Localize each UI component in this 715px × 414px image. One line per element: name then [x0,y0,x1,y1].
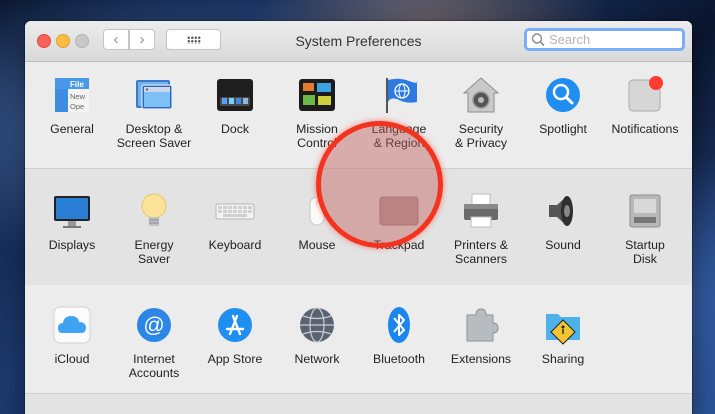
svg-text:New: New [70,92,86,101]
mission-control-icon [299,79,335,111]
pref-network[interactable]: Network [276,305,358,366]
hardware-section: Displays Energy Saver Keyboard Mouse Tra… [25,168,692,287]
pref-label: Bluetooth [373,352,425,366]
dock-icon [217,79,253,111]
pref-bluetooth[interactable]: Bluetooth [358,305,440,366]
pref-desktop-screen-saver[interactable]: Desktop & Screen Saver [113,75,195,150]
pref-mouse[interactable]: Mouse [276,191,358,252]
pref-label: Internet Accounts [128,352,180,380]
pref-security-privacy[interactable]: Security & Privacy [440,75,522,150]
title-bar: ‹ › System Preferences [25,21,692,62]
pref-spotlight[interactable]: Spotlight [522,75,604,136]
pref-label: Printers & Scanners [454,238,508,266]
pref-language-region[interactable]: Language & Region [358,75,440,150]
pref-label: Displays [48,238,96,252]
pref-trackpad[interactable]: Trackpad [358,191,440,252]
other-section [25,393,692,414]
pref-label: Mission Control [296,122,338,150]
keyboard-icon [215,203,255,220]
printer-icon [464,193,498,228]
icloud-icon [53,306,91,344]
pref-sharing[interactable]: Sharing [522,305,604,366]
puzzle-piece-icon [466,308,499,342]
bluetooth-icon [388,307,410,343]
pref-keyboard[interactable]: Keyboard [194,191,276,252]
pref-label: Extensions [450,352,512,366]
search-input[interactable] [547,32,679,47]
pref-label: Language & Region [371,122,427,150]
pref-notifications[interactable]: Notifications [604,75,686,136]
pref-label: Network [294,352,340,366]
pref-label: Security & Privacy [455,122,507,150]
lightbulb-icon [141,193,167,226]
trackpad-icon [379,196,419,226]
mouse-icon [309,196,325,226]
pref-sound[interactable]: Sound [522,191,604,252]
general-icon: File New Ope [55,78,89,112]
at-sign-icon: @ [137,308,171,342]
pref-extensions[interactable]: Extensions [440,305,522,366]
pref-label: Startup Disk [625,238,665,266]
desktop-screen-saver-icon [136,80,173,110]
pref-label: Mouse [298,238,336,252]
pref-energy-saver[interactable]: Energy Saver [113,191,195,266]
pref-displays[interactable]: Displays [31,191,113,252]
pref-general[interactable]: File New Ope General [31,75,113,136]
pref-label: General [50,122,94,136]
internet-wireless-section: iCloud @ Internet Accounts App Store Net… [25,285,692,393]
pref-mission-control[interactable]: Mission Control [276,75,358,150]
pref-app-store[interactable]: App Store [194,305,276,366]
house-lock-icon [462,77,500,113]
pref-label: Notifications [611,122,679,136]
notifications-icon [628,76,663,112]
svg-text:File: File [70,80,84,89]
pref-dock[interactable]: Dock [194,75,276,136]
pref-label: Keyboard [208,238,262,252]
hard-disk-icon [629,194,661,228]
pref-label: Energy Saver [134,238,174,266]
personal-section: File New Ope General Desktop & Screen Sa… [25,62,692,168]
system-preferences-window: ‹ › System Preferences File New Ope Gene… [25,21,692,414]
pref-label: Dock [220,122,250,136]
search-icon [531,33,545,46]
svg-text:Ope: Ope [70,102,84,111]
sharing-folder-icon [546,314,580,345]
pref-label: Sound [545,238,581,252]
pref-internet-accounts[interactable]: @ Internet Accounts [113,305,195,380]
pref-startup-disk[interactable]: Startup Disk [604,191,686,266]
app-store-icon [218,308,252,342]
pref-label: iCloud [54,352,90,366]
speaker-icon [549,196,573,226]
svg-text:@: @ [143,314,164,337]
pref-printers-scanners[interactable]: Printers & Scanners [440,191,522,266]
pref-label: Spotlight [539,122,587,136]
pref-label: Trackpad [373,238,425,252]
network-globe-icon [300,307,334,343]
pref-label: App Store [207,352,263,366]
pref-label: Sharing [541,352,585,366]
pref-label: Desktop & Screen Saver [116,122,192,150]
search-field[interactable] [524,28,685,51]
spotlight-icon [546,78,580,112]
flag-globe-icon [386,78,418,113]
pref-icloud[interactable]: iCloud [31,305,113,366]
display-icon [54,196,90,228]
